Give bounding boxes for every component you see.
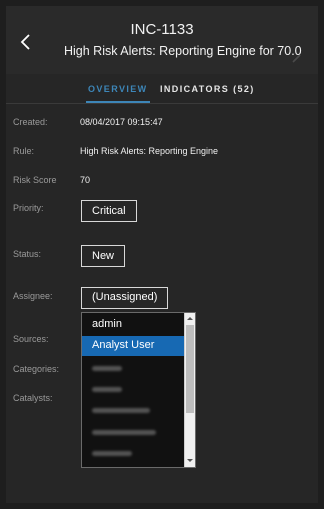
blurred-assignee-option[interactable] [92,387,122,392]
created-value: 08/04/2017 09:15:47 [80,117,163,127]
sources-label: Sources: [13,334,49,344]
status-label: Status: [13,249,42,259]
incident-panel: INC-1133 High Risk Alerts: Reporting Eng… [6,6,318,503]
rule-label: Rule: [13,146,35,156]
rule-value: High Risk Alerts: Reporting Engine [80,146,219,156]
blurred-assignee-option[interactable] [92,451,132,456]
catalysts-label: Catalysts: [13,393,53,403]
blurred-assignee-option[interactable] [92,430,156,435]
assignee-dropdown-list[interactable]: admin Analyst User [81,312,196,468]
priority-label: Priority: [13,203,44,213]
risk-score-label: Risk Score [13,175,57,185]
assignee-label: Assignee: [13,291,53,301]
scroll-up-arrow-icon[interactable] [185,314,195,324]
assignee-option-admin[interactable]: admin [82,315,185,335]
incident-title: High Risk Alerts: Reporting Engine for 7… [64,44,302,58]
pencil-icon[interactable] [292,53,302,63]
dropdown-scrollbar[interactable] [184,313,195,467]
assignee-select[interactable]: (Unassigned) [81,287,169,309]
priority-select[interactable]: Critical [81,200,137,222]
tab-overview[interactable]: OVERVIEW [86,84,150,103]
status-select[interactable]: New [81,245,126,267]
blurred-assignee-option[interactable] [92,408,150,413]
categories-label: Categories: [13,364,60,374]
blurred-assignee-option[interactable] [92,366,122,371]
incident-id: INC-1133 [130,21,194,38]
created-label: Created: [13,117,48,127]
incident-header: INC-1133 High Risk Alerts: Reporting Eng… [6,6,318,74]
assignee-option-analyst-user[interactable]: Analyst User [82,336,185,356]
scroll-thumb[interactable] [186,325,194,413]
risk-score-value: 70 [80,175,91,185]
scroll-down-arrow-icon[interactable] [185,455,195,465]
tab-bar: OVERVIEW INDICATORS (52) [6,74,318,104]
tab-indicators[interactable]: INDICATORS (52) [160,84,255,94]
